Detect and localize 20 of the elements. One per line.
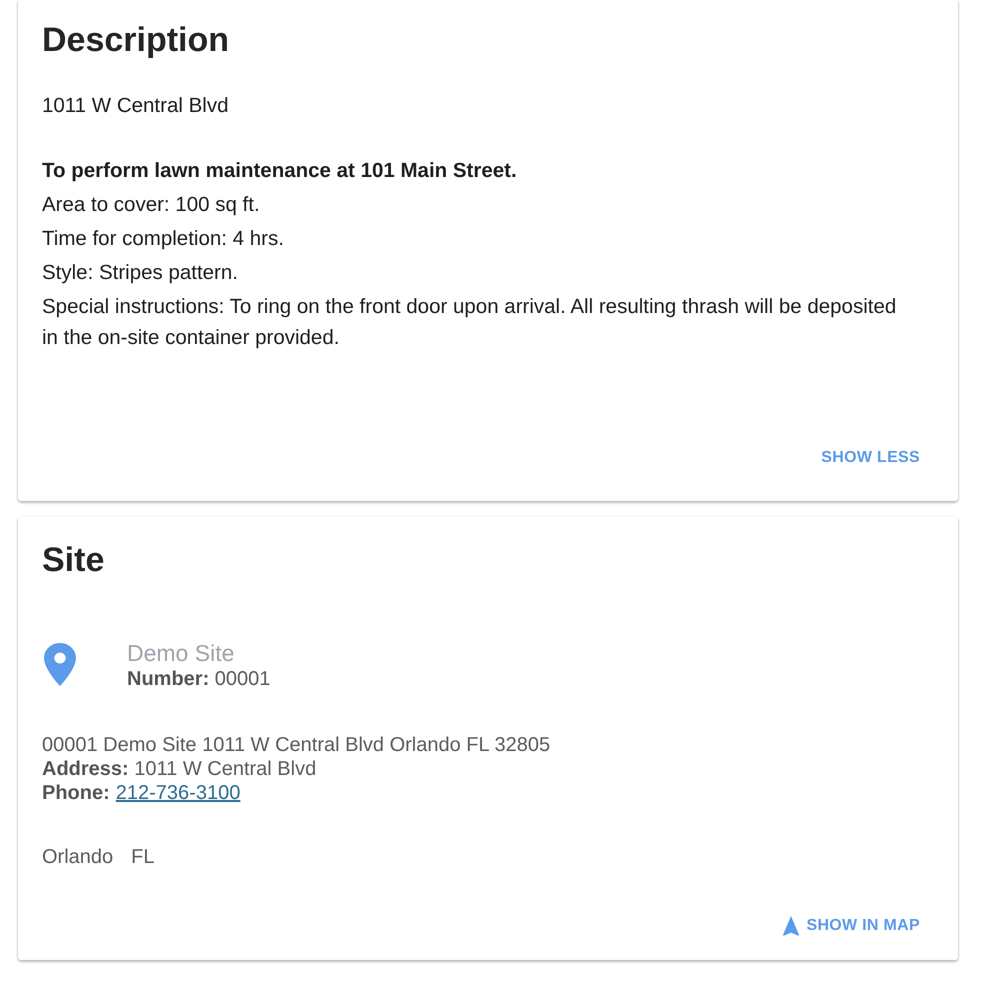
site-state: FL (131, 845, 154, 869)
card-title: Description (42, 20, 230, 61)
description-address: 1011 W Central Blvd (42, 93, 228, 119)
description-text: Area to cover: 100 sq ft. (42, 192, 261, 218)
description-text: To perform lawn maintenance at 101 Main Street. (42, 158, 518, 184)
card-title: Site (42, 540, 104, 581)
site-name: Demo Site (127, 639, 234, 667)
phone-link[interactable]: 212-736-3100 (116, 782, 240, 804)
description-text: Style: Stripes pattern. (42, 260, 239, 286)
phone-label: Phone: (42, 782, 110, 804)
site-summary: 00001 Demo Site 1011 W Central Blvd Orlando FL 32805 (42, 733, 550, 757)
site-address: Address: 1011 W Central Blvd (42, 757, 316, 781)
description-text: Time for completion: 4 hrs. (42, 226, 285, 252)
description-text: Special instructions: To ring on the front door upon arrival. All resulting thrash will be deposited in the on-site container provided. (42, 294, 898, 351)
location-pin-icon (44, 643, 76, 686)
site-number: Number: 00001 (127, 667, 270, 691)
site-city: Orlando (42, 845, 114, 869)
show-in-map-button[interactable]: SHOW IN MAP (775, 910, 928, 944)
navigation-arrow-icon (783, 916, 800, 936)
show-less-button[interactable]: SHOW LESS (813, 443, 928, 473)
